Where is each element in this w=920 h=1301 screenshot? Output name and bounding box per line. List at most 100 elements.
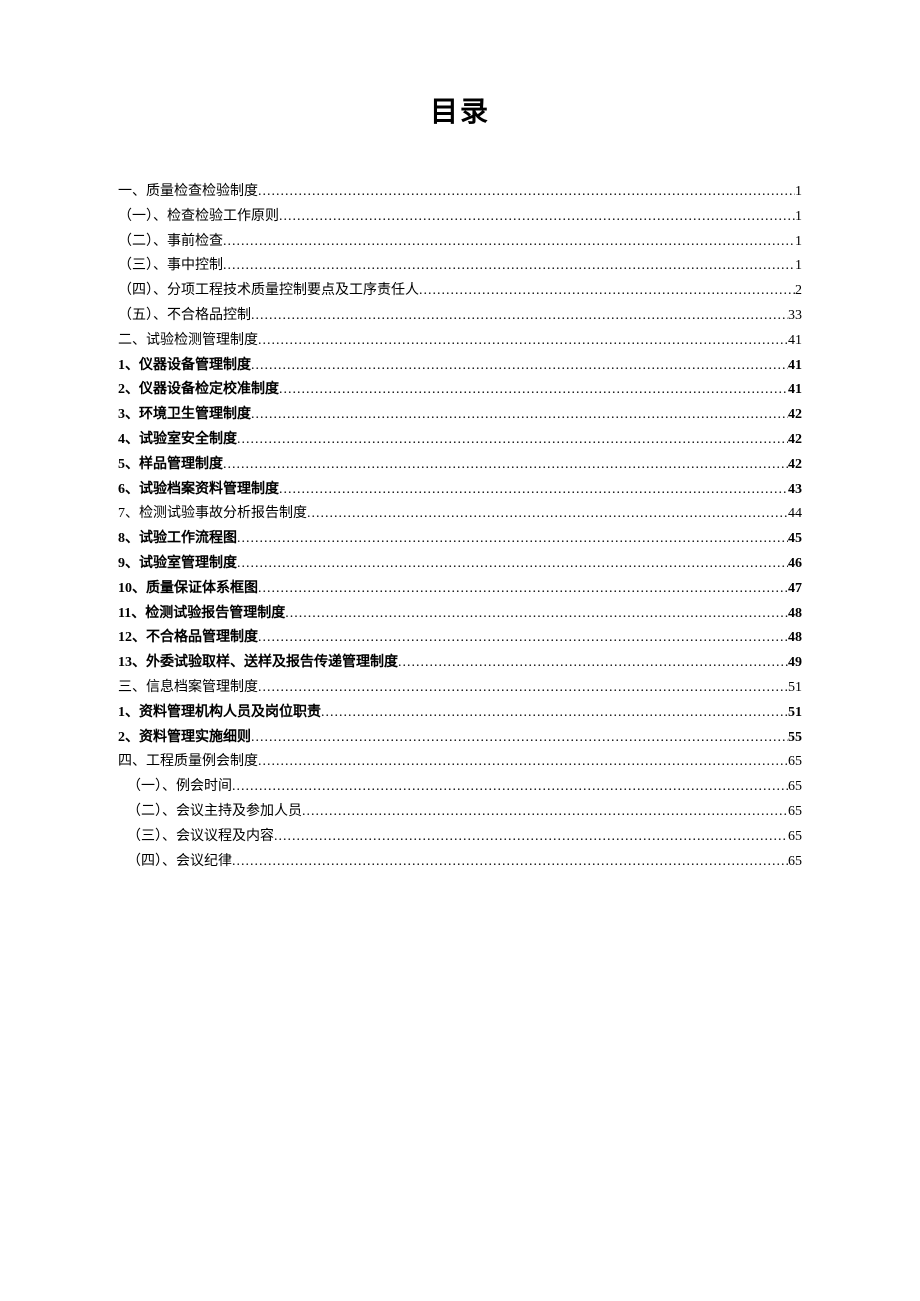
toc-entry-dots bbox=[398, 651, 788, 676]
toc-entry-dots bbox=[251, 304, 788, 329]
toc-entry-label: （四）、分项工程技术质量控制要点及工序责任人 bbox=[118, 279, 419, 304]
toc-entry: 一、质量检查检验制度1 bbox=[118, 180, 802, 205]
toc-entry-dots bbox=[237, 552, 788, 577]
toc-entry-page: 42 bbox=[788, 453, 802, 478]
toc-entry: （一）、例会时间 65 bbox=[118, 775, 802, 800]
toc-entry: （一）、检查检验工作原则 1 bbox=[118, 205, 802, 230]
toc-entry-page: 49 bbox=[788, 651, 802, 676]
toc-entry-label: （二）、事前检查 bbox=[118, 230, 223, 255]
toc-entry-label: 8、试验工作流程图 bbox=[118, 527, 237, 552]
toc-entry-label: 二、试验检测管理制度 bbox=[118, 329, 258, 354]
toc-entry-page: 1 bbox=[795, 230, 802, 255]
toc-entry-label: （五）、不合格品控制 bbox=[118, 304, 251, 329]
toc-entry-dots bbox=[232, 850, 788, 875]
page-title: 目录 bbox=[118, 90, 802, 130]
toc-entry-dots bbox=[258, 180, 795, 205]
toc-entry-page: 44 bbox=[788, 502, 802, 527]
toc-entry-label: 三、信息档案管理制度 bbox=[118, 676, 258, 701]
toc-entry-page: 42 bbox=[788, 403, 802, 428]
toc-entry-dots bbox=[223, 254, 795, 279]
toc-entry: 9、试验室管理制度 46 bbox=[118, 552, 802, 577]
toc-entry-dots bbox=[302, 800, 788, 825]
toc-entry-page: 65 bbox=[788, 825, 802, 850]
toc-entry-label: 4、试验室安全制度 bbox=[118, 428, 237, 453]
toc-entry-dots bbox=[274, 825, 788, 850]
toc-entry-page: 41 bbox=[788, 378, 802, 403]
toc-entry: 5、样品管理制度 42 bbox=[118, 453, 802, 478]
toc-entry-dots bbox=[258, 626, 788, 651]
toc-entry-dots bbox=[279, 205, 795, 230]
toc-entry-label: 1、仪器设备管理制度 bbox=[118, 354, 251, 379]
toc-entry-page: 1 bbox=[795, 254, 802, 279]
toc-entry: 8、试验工作流程图 45 bbox=[118, 527, 802, 552]
toc-entry-label: 2、资料管理实施细则 bbox=[118, 726, 251, 751]
table-of-contents: 一、质量检查检验制度1（一）、检查检验工作原则1（二）、事前检查1（三）、事中控… bbox=[118, 180, 802, 874]
toc-entry-dots bbox=[258, 577, 788, 602]
toc-entry-label: （三）、事中控制 bbox=[118, 254, 223, 279]
toc-entry-page: 43 bbox=[788, 478, 802, 503]
toc-entry-page: 55 bbox=[788, 726, 802, 751]
toc-entry-page: 47 bbox=[788, 577, 802, 602]
toc-entry: 2、资料管理实施细则 55 bbox=[118, 726, 802, 751]
toc-entry: （三）、事中控制 1 bbox=[118, 254, 802, 279]
toc-entry-page: 41 bbox=[788, 329, 802, 354]
toc-entry: 12、不合格品管理制度 48 bbox=[118, 626, 802, 651]
toc-entry: （二）、事前检查 1 bbox=[118, 230, 802, 255]
toc-entry-page: 1 bbox=[795, 205, 802, 230]
toc-entry-label: 12、不合格品管理制度 bbox=[118, 626, 258, 651]
toc-entry-label: （一）、检查检验工作原则 bbox=[118, 205, 279, 230]
toc-entry-dots bbox=[237, 428, 788, 453]
toc-entry-label: 6、试验档案资料管理制度 bbox=[118, 478, 279, 503]
toc-entry-dots bbox=[307, 502, 788, 527]
toc-entry-page: 48 bbox=[788, 626, 802, 651]
toc-entry-label: （三）、会议议程及内容 bbox=[127, 825, 274, 850]
toc-entry-label: 1、资料管理机构人员及岗位职责 bbox=[118, 701, 321, 726]
toc-entry: 2、仪器设备检定校准制度 41 bbox=[118, 378, 802, 403]
toc-entry-page: 2 bbox=[795, 279, 802, 304]
toc-entry-label: 5、样品管理制度 bbox=[118, 453, 223, 478]
toc-entry: （二）、会议主持及参加人员65 bbox=[118, 800, 802, 825]
toc-entry: 10、质量保证体系框图 47 bbox=[118, 577, 802, 602]
toc-entry-dots bbox=[321, 701, 788, 726]
toc-entry-dots bbox=[232, 775, 788, 800]
toc-entry: （四）、会议纪律 65 bbox=[118, 850, 802, 875]
toc-entry-page: 48 bbox=[788, 602, 802, 627]
toc-entry-page: 46 bbox=[788, 552, 802, 577]
toc-entry-page: 65 bbox=[788, 800, 802, 825]
toc-entry-page: 65 bbox=[788, 775, 802, 800]
toc-entry-label: 9、试验室管理制度 bbox=[118, 552, 237, 577]
toc-entry: 四、工程质量例会制度65 bbox=[118, 750, 802, 775]
toc-entry: 1、资料管理机构人员及岗位职责 51 bbox=[118, 701, 802, 726]
toc-entry-label: （四）、会议纪律 bbox=[127, 850, 232, 875]
toc-entry: （五）、不合格品控制 33 bbox=[118, 304, 802, 329]
toc-entry-label: （一）、例会时间 bbox=[127, 775, 232, 800]
toc-entry: （三）、会议议程及内容 65 bbox=[118, 825, 802, 850]
toc-entry-label: 3、环境卫生管理制度 bbox=[118, 403, 251, 428]
toc-entry: 三、信息档案管理制度51 bbox=[118, 676, 802, 701]
toc-entry-dots bbox=[258, 750, 788, 775]
toc-entry-dots bbox=[285, 602, 788, 627]
toc-entry: 7、检测试验事故分析报告制度 44 bbox=[118, 502, 802, 527]
toc-entry-dots bbox=[223, 230, 795, 255]
toc-entry: 4、试验室安全制度42 bbox=[118, 428, 802, 453]
toc-entry: 11、检测试验报告管理制度 48 bbox=[118, 602, 802, 627]
toc-entry-dots bbox=[237, 527, 788, 552]
toc-entry-label: 10、质量保证体系框图 bbox=[118, 577, 258, 602]
toc-entry-label: 2、仪器设备检定校准制度 bbox=[118, 378, 279, 403]
toc-entry-page: 65 bbox=[788, 750, 802, 775]
toc-entry-dots bbox=[419, 279, 795, 304]
toc-entry-page: 33 bbox=[788, 304, 802, 329]
toc-entry-page: 65 bbox=[788, 850, 802, 875]
toc-entry-page: 51 bbox=[788, 701, 802, 726]
toc-entry-dots bbox=[258, 676, 788, 701]
toc-entry-label: 11、检测试验报告管理制度 bbox=[118, 602, 285, 627]
toc-entry: 6、试验档案资料管理制度 43 bbox=[118, 478, 802, 503]
toc-entry-page: 45 bbox=[788, 527, 802, 552]
toc-entry: 3、环境卫生管理制度 42 bbox=[118, 403, 802, 428]
toc-entry-label: 7、检测试验事故分析报告制度 bbox=[118, 502, 307, 527]
toc-entry-label: 13、外委试验取样、送样及报告传递管理制度 bbox=[118, 651, 398, 676]
toc-entry: 二、试验检测管理制度 41 bbox=[118, 329, 802, 354]
toc-entry-dots bbox=[223, 453, 788, 478]
toc-entry: （四）、分项工程技术质量控制要点及工序责任人 2 bbox=[118, 279, 802, 304]
toc-entry-page: 1 bbox=[795, 180, 802, 205]
